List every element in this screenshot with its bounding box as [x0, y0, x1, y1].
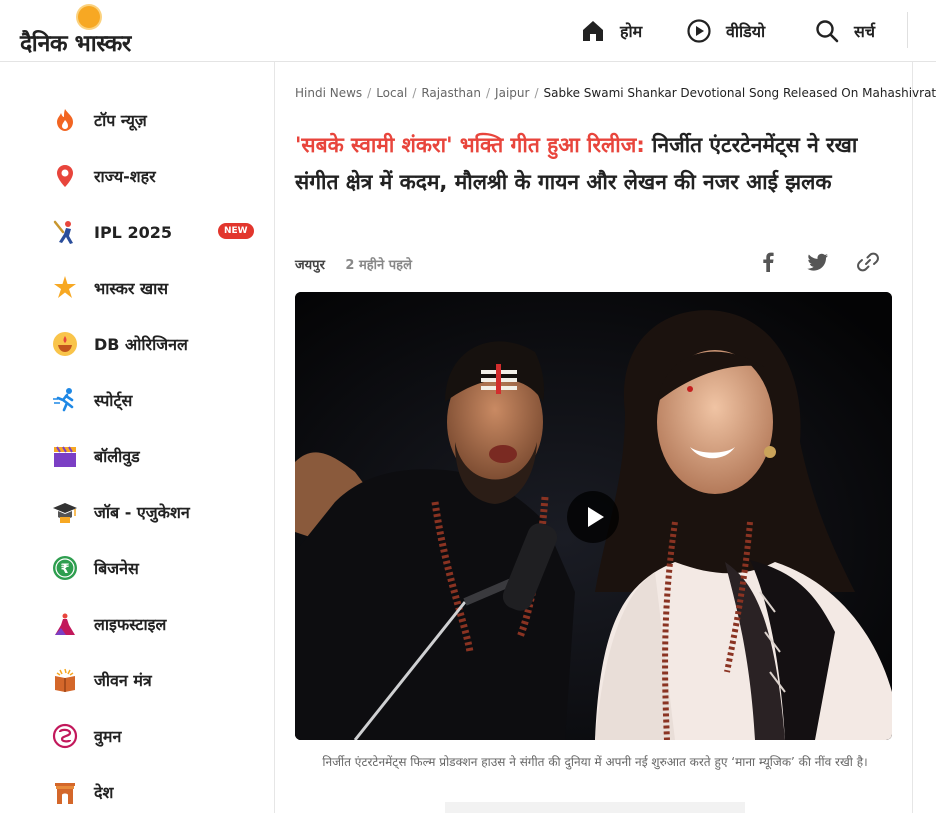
sidebar-item-label: देश: [94, 783, 114, 802]
breadcrumb-rajasthan[interactable]: Rajasthan: [421, 86, 481, 100]
location-pin-icon: [52, 163, 78, 189]
video-play-button[interactable]: [567, 491, 619, 543]
play-circle-icon: [686, 18, 712, 44]
nav-search[interactable]: सर्च: [814, 16, 875, 46]
dateline-city[interactable]: जयपुर: [295, 258, 325, 273]
logo-text: दैनिक भास्कर: [20, 31, 131, 57]
nav-home-label: होम: [620, 22, 643, 41]
breadcrumb-separator: /: [486, 86, 491, 100]
clapperboard-icon: [52, 443, 78, 469]
breadcrumb-hindi-news[interactable]: Hindi News: [295, 86, 362, 100]
sidebar-item-state-city[interactable]: राज्य-शहर: [52, 161, 262, 191]
running-person-icon: [52, 387, 78, 413]
headline-highlight: 'सबके स्वामी शंकरा' भक्ति गीत हुआ रिलीज:: [295, 133, 645, 157]
search-icon: [814, 18, 840, 44]
twitter-share-icon[interactable]: [805, 249, 831, 275]
nav-search-label: सर्च: [854, 22, 875, 41]
sidebar-item-label: DB ओरिजिनल: [94, 335, 188, 354]
sidebar-item-sports[interactable]: स्पोर्ट्स: [52, 385, 262, 415]
nav-video-label: वीडियो: [726, 22, 766, 41]
copy-link-icon[interactable]: [855, 249, 881, 275]
breadcrumb-local[interactable]: Local: [376, 86, 407, 100]
sidebar-item-label: IPL 2025: [94, 222, 172, 242]
article-video[interactable]: [295, 292, 892, 740]
sidebar-item-bollywood[interactable]: बॉलीवुड: [52, 441, 262, 471]
sidebar-item-label: लाइफस्टाइल: [94, 615, 167, 634]
sidebar-item-jeevan-mantra[interactable]: जीवन मंत्र: [52, 665, 262, 695]
flame-icon: [52, 107, 78, 133]
breadcrumb-separator: /: [367, 86, 372, 100]
sidebar-item-desh[interactable]: देश: [52, 777, 262, 807]
facebook-share-icon[interactable]: [755, 249, 781, 275]
sidebar-item-top-news[interactable]: टॉप न्यूज़: [52, 105, 262, 135]
site-logo[interactable]: दैनिक भास्कर: [20, 6, 170, 57]
book-icon: [52, 667, 78, 693]
sidebar: टॉप न्यूज़ राज्य-शहर IPL 2025 NEW भास्कर…: [0, 62, 275, 813]
image-caption: निर्जीत एंटरटेनमेंट्स फिल्म प्रोडक्शन हा…: [322, 755, 868, 769]
sidebar-item-label: जीवन मंत्र: [94, 671, 152, 690]
sidebar-item-label: जॉब - एजुकेशन: [94, 503, 190, 522]
published-time: 2 महीने पहले: [345, 258, 412, 273]
home-icon: [580, 18, 606, 44]
rupee-coin-icon: ₹: [52, 555, 78, 581]
sidebar-item-business[interactable]: ₹ बिजनेस: [52, 553, 262, 583]
cricket-player-icon: [52, 219, 78, 245]
sidebar-item-lifestyle[interactable]: लाइफस्टाइल: [52, 609, 262, 639]
breadcrumb-current: Sabke Swami Shankar Devotional Song Rele…: [543, 86, 936, 100]
new-badge: NEW: [218, 223, 254, 239]
woman-logo-icon: [52, 723, 78, 749]
india-gate-icon: [52, 779, 78, 805]
sidebar-item-bhaskar-khas[interactable]: भास्कर खास: [52, 273, 262, 303]
site-header: दैनिक भास्कर होम वीडियो सर्च: [0, 0, 936, 62]
sidebar-item-label: वुमन: [94, 727, 122, 746]
ad-placeholder: [445, 802, 745, 813]
sidebar-item-label: टॉप न्यूज़: [94, 111, 147, 130]
sidebar-item-db-original[interactable]: DB ओरिजिनल: [52, 329, 262, 359]
sidebar-item-ipl[interactable]: IPL 2025 NEW: [52, 217, 262, 247]
header-divider: [907, 12, 908, 48]
nav-video[interactable]: वीडियो: [686, 16, 765, 46]
breadcrumb-jaipur[interactable]: Jaipur: [495, 86, 529, 100]
nav-home[interactable]: होम: [580, 16, 642, 46]
sidebar-item-job-education[interactable]: जॉब - एजुकेशन: [52, 497, 262, 527]
sidebar-item-label: बॉलीवुड: [94, 447, 140, 466]
sidebar-item-woman[interactable]: वुमन: [52, 721, 262, 751]
graduation-cap-icon: [52, 499, 78, 525]
article-meta: जयपुर 2 महीने पहले: [295, 255, 412, 273]
article-main: Hindi News / Local / Rajasthan / Jaipur / Sabke …: [275, 62, 936, 813]
breadcrumb: Hindi News / Local / Rajasthan / Jaipur / Sabke …: [295, 86, 936, 100]
sidebar-item-label: बिजनेस: [94, 559, 139, 578]
diya-icon: [52, 331, 78, 357]
sidebar-item-label: स्पोर्ट्स: [94, 391, 133, 410]
breadcrumb-separator: /: [534, 86, 539, 100]
svg-text:₹: ₹: [60, 562, 69, 577]
dress-icon: [52, 611, 78, 637]
star-burst-icon: [52, 275, 78, 301]
sidebar-item-label: भास्कर खास: [94, 279, 169, 298]
breadcrumb-separator: /: [412, 86, 417, 100]
sidebar-item-label: राज्य-शहर: [94, 167, 156, 186]
sun-logo-icon: [78, 6, 100, 28]
article-headline: 'सबके स्वामी शंकरा' भक्ति गीत हुआ रिलीज:…: [295, 127, 895, 201]
